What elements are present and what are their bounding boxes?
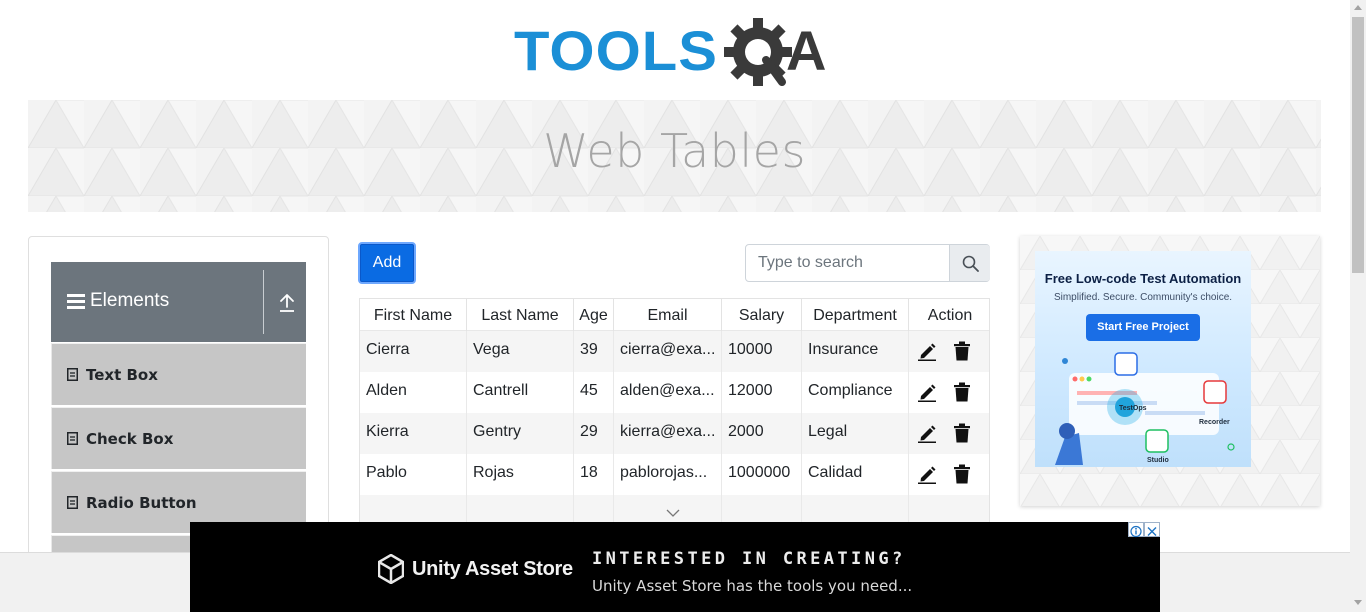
cell-age: 29 xyxy=(574,413,614,454)
menu-icon xyxy=(67,294,85,310)
ad-label-studio: Studio xyxy=(1147,457,1169,464)
cell-department: Legal xyxy=(802,413,909,454)
search-input[interactable] xyxy=(746,245,949,281)
cell-action xyxy=(909,331,989,372)
search-button[interactable] xyxy=(949,245,990,281)
cell-last: Vega xyxy=(467,331,574,372)
page-scrollbar[interactable] xyxy=(1350,0,1366,612)
unity-logo-icon xyxy=(378,554,404,584)
cell-age: 39 xyxy=(574,331,614,372)
cell-last: Cantrell xyxy=(467,372,574,413)
sidebar-item-label: Text Box xyxy=(86,366,158,384)
info-icon[interactable] xyxy=(1128,522,1144,538)
delete-icon[interactable] xyxy=(953,423,971,443)
sidebar-item-label: Check Box xyxy=(86,430,174,448)
scroll-thumb[interactable] xyxy=(1352,17,1364,273)
cell-salary: 10000 xyxy=(722,331,802,372)
cell-first: Pablo xyxy=(360,454,467,495)
edit-icon[interactable] xyxy=(917,341,937,361)
group-header-divider xyxy=(263,270,264,334)
delete-icon[interactable] xyxy=(953,382,971,402)
cell-action xyxy=(909,454,989,495)
table-header: First Name Last Name Age Email Salary De… xyxy=(360,299,989,332)
toolsqa-logo[interactable]: TOOLS A xyxy=(512,14,842,92)
add-button[interactable]: Add xyxy=(358,242,416,284)
delete-icon[interactable] xyxy=(953,341,971,361)
header: TOOLS A xyxy=(0,0,1350,100)
page-title: Web Tables xyxy=(543,124,806,178)
cell-email: alden@exa... xyxy=(614,372,722,413)
cell-age: 45 xyxy=(574,372,614,413)
column-header-first-name[interactable]: First Name xyxy=(360,299,467,332)
gear-icon xyxy=(724,18,792,86)
column-header-email[interactable]: Email xyxy=(614,299,722,332)
cell-last: Gentry xyxy=(467,413,574,454)
column-header-salary[interactable]: Salary xyxy=(722,299,802,332)
web-table: First Name Last Name Age Email Salary De… xyxy=(359,298,990,528)
logo-text-qa: A xyxy=(786,19,826,82)
delete-icon[interactable] xyxy=(953,464,971,484)
ad-label-recorder: Recorder xyxy=(1199,419,1230,426)
file-icon xyxy=(67,432,78,445)
cell-age: 18 xyxy=(574,454,614,495)
logo-text-tools: TOOLS xyxy=(514,19,718,82)
cell-email: cierra@exa... xyxy=(614,331,722,372)
edit-icon[interactable] xyxy=(917,464,937,484)
column-header-action: Action xyxy=(927,307,973,324)
table-row: Cierra Vega 39 cierra@exa... 10000 Insurance xyxy=(360,331,989,372)
table-row: Kierra Gentry 29 kierra@exa... 2000 Legal xyxy=(360,413,989,454)
close-icon[interactable] xyxy=(1144,522,1160,537)
cell-last: Rojas xyxy=(467,454,574,495)
cell-salary: 1000000 xyxy=(722,454,802,495)
page: TOOLS A Web Tables Elements Text Box Che… xyxy=(0,0,1366,612)
cell-email: kierra@exa... xyxy=(614,413,722,454)
collapse-up-icon[interactable] xyxy=(277,292,297,314)
scroll-up-arrow-icon[interactable] xyxy=(1354,5,1362,10)
edit-icon[interactable] xyxy=(917,423,937,443)
sidebar-item-text-box[interactable]: Text Box xyxy=(51,343,306,405)
table-row: Alden Cantrell 45 alden@exa... 12000 Complian… xyxy=(360,372,989,413)
ad-headline: INTERESTED IN CREATING? xyxy=(592,549,906,569)
cell-action xyxy=(909,413,989,454)
ad-card[interactable]: Free Low-code Test Automation Simplified… xyxy=(1035,251,1251,467)
sidebar-item-label: Radio Button xyxy=(86,494,197,512)
ad-subline: Simplified. Secure. Community's choice. xyxy=(1053,292,1233,303)
sidebar-group-title: Elements xyxy=(90,290,170,311)
page-banner: Web Tables xyxy=(28,100,1321,212)
cell-action xyxy=(909,372,989,413)
cell-salary: 12000 xyxy=(722,372,802,413)
ad-label-testops: TestOps xyxy=(1119,405,1147,412)
search-box xyxy=(745,244,990,282)
column-header-age[interactable]: Age xyxy=(574,299,614,332)
cell-first: Cierra xyxy=(360,331,467,372)
sidebar-group-elements[interactable]: Elements xyxy=(51,262,306,342)
ad-headline: Free Low-code Test Automation xyxy=(1044,271,1242,286)
cell-salary: 2000 xyxy=(722,413,802,454)
sidebar-item-check-box[interactable]: Check Box xyxy=(51,407,306,469)
column-header-department[interactable]: Department xyxy=(802,299,909,332)
file-icon xyxy=(67,368,78,381)
cell-first: Alden xyxy=(360,372,467,413)
cell-department: Calidad xyxy=(802,454,909,495)
scroll-down-arrow-icon[interactable] xyxy=(1354,600,1362,605)
ad-brand: Unity Asset Store xyxy=(412,558,573,580)
chevron-down-icon xyxy=(666,509,680,517)
search-icon xyxy=(962,255,979,272)
cell-department: Compliance xyxy=(802,372,909,413)
cell-first: Kierra xyxy=(360,413,467,454)
ad-unity-banner[interactable]: Unity Asset Store INTERESTED IN CREATING… xyxy=(190,522,1160,612)
sidebar: Elements Text Box Check Box Radio Button xyxy=(28,236,329,575)
cell-email: pablorojas... xyxy=(614,454,722,495)
cell-department: Insurance xyxy=(802,331,909,372)
ad-katalon[interactable]: Free Low-code Test Automation Simplified… xyxy=(1020,236,1320,506)
edit-icon[interactable] xyxy=(917,382,937,402)
column-header-last-name[interactable]: Last Name xyxy=(467,299,574,332)
file-icon xyxy=(67,496,78,509)
ad-cta-button[interactable]: Start Free Project xyxy=(1086,314,1200,341)
table-row: Pablo Rojas 18 pablorojas... 1000000 Calidad xyxy=(360,454,989,495)
ad-subline: Unity Asset Store has the tools you need… xyxy=(592,577,913,595)
